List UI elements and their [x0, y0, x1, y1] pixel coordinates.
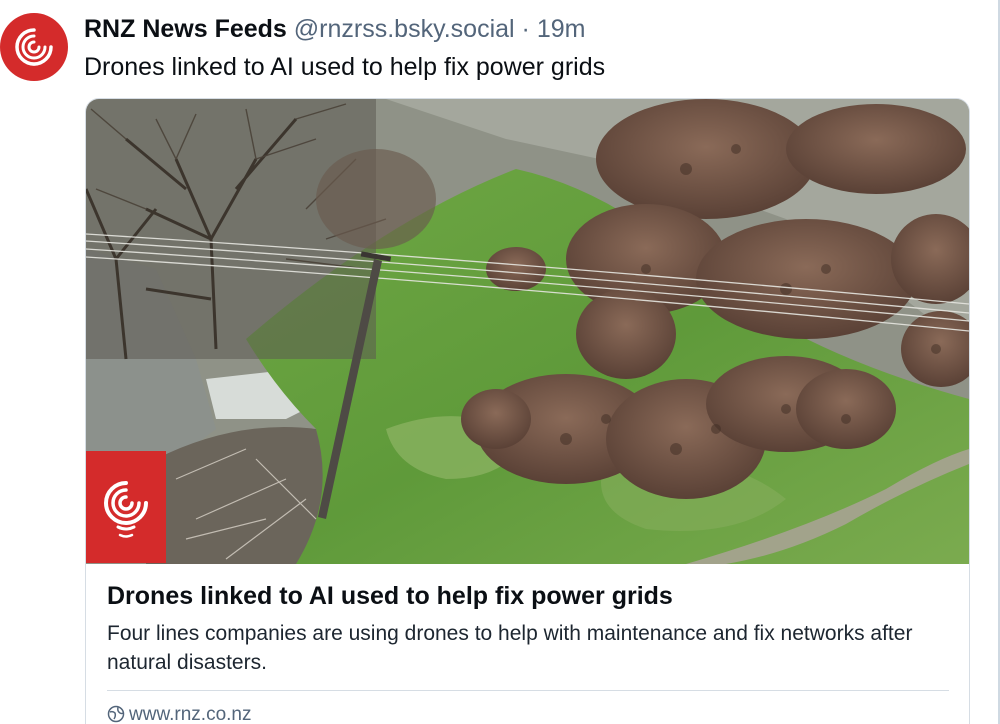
- drone-landscape-photo: [86, 99, 969, 564]
- author-avatar[interactable]: [0, 13, 68, 81]
- link-card-title[interactable]: Drones linked to AI used to help fix pow…: [107, 579, 673, 613]
- author-handle[interactable]: @rnzrss.bsky.social: [294, 15, 515, 43]
- post-container: RNZ News Feeds @rnzrss.bsky.social · 19m…: [0, 0, 1000, 724]
- post-timestamp[interactable]: 19m: [537, 15, 586, 43]
- link-card-description: Four lines companies are using drones to…: [107, 622, 913, 674]
- author-name[interactable]: RNZ News Feeds: [84, 15, 287, 43]
- post-text: Drones linked to AI used to help fix pow…: [84, 53, 606, 81]
- rnz-badge: [86, 451, 166, 563]
- link-card-domain-text: www.rnz.co.nz: [129, 704, 252, 724]
- rnz-logo-icon: [15, 28, 53, 66]
- link-card-divider: [107, 690, 949, 691]
- globe-icon: [107, 705, 125, 723]
- header-separator: ·: [521, 15, 530, 43]
- link-card[interactable]: Drones linked to AI used to help fix pow…: [85, 98, 970, 724]
- post-header: RNZ News Feeds @rnzrss.bsky.social · 19m: [84, 12, 585, 46]
- link-card-domain[interactable]: www.rnz.co.nz: [107, 703, 251, 724]
- rnz-logo-icon: [104, 481, 148, 538]
- link-card-image[interactable]: [86, 99, 969, 564]
